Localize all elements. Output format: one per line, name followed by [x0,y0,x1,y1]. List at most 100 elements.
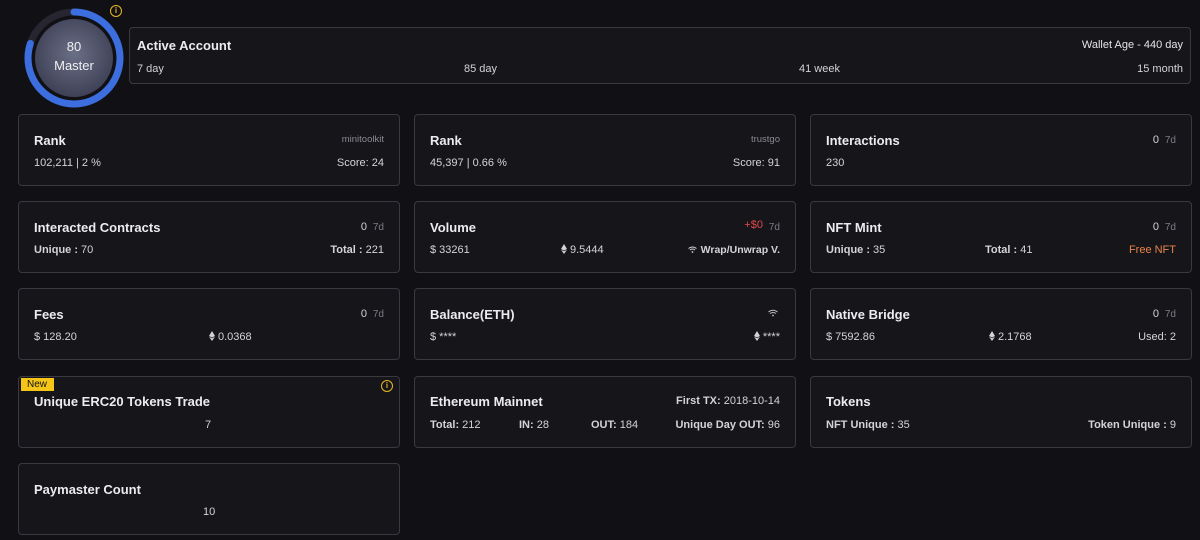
card-title: NFT Mint [826,220,882,235]
interacted-contracts-card: Interacted Contracts 0 7d Unique : 70 To… [18,201,400,273]
erc20-trade-card: New i Unique ERC20 Tokens Trade 7 [18,376,400,448]
card-title: Tokens [826,394,871,409]
delta-value: 0 [1152,134,1159,146]
nft-unique-label: NFT Unique : [826,419,895,431]
card-title: Rank [430,133,462,148]
total-label: Total : [330,244,363,256]
in-label: IN: [519,419,534,431]
rank-score: Score: 24 [336,157,384,169]
bridge-eth: 2.1768 [989,331,1032,343]
card-title: Interactions [826,133,900,148]
delta-value: 0 [1152,308,1159,320]
eth-icon [209,331,215,341]
fees-eth: 0.0368 [209,331,252,343]
period-85-day: 85 day [464,63,498,75]
nft-mint-card: NFT Mint 0 7d Unique : 35 Total : 41 Fre… [810,201,1192,273]
delta-period: 7d [768,222,780,233]
rank-source: minitoolkit [341,134,384,145]
card-title: Native Bridge [826,307,910,322]
card-title: Rank [34,133,66,148]
unique-out-label: Unique Day OUT: [675,419,765,431]
rank-trustgo-card: Rank trustgo 45,397 | 0.66 % Score: 91 [414,114,796,186]
rank-minitoolkit-card: Rank minitoolkit 102,211 | 2 % Score: 24 [18,114,400,186]
rank-source: trustgo [750,134,780,145]
interactions-value: 230 [826,157,845,169]
total-value: 41 [1017,244,1033,256]
rank-score: Score: 91 [732,157,780,169]
rank-value: 102,211 | 2 % [34,157,101,169]
delta-period: 7d [372,309,384,320]
unique-out-value: 96 [764,419,780,431]
wrap-unwrap: Wrap/Unwrap V. [687,244,780,256]
token-unique-value: 9 [1166,419,1176,431]
balance-card: Balance(ETH) $ **** **** [414,288,796,360]
out-value: 184 [616,419,639,431]
paymaster-card: Paymaster Count 10 [18,463,400,535]
unique-value: 35 [870,244,886,256]
interactions-card: Interactions 0 7d 230 [810,114,1192,186]
new-badge: New [21,378,55,391]
balance-usd: $ **** [430,331,457,343]
mainnet-total: Total: 212 [430,419,481,431]
level-ring: 80 Master [22,6,126,110]
volume-card: Volume +$0 7d $ 33261 9.5444 Wrap/Unwrap… [414,201,796,273]
in-value: 28 [533,419,549,431]
visibility-toggle-icon[interactable] [768,309,778,317]
nft-unique: NFT Unique : 35 [826,419,910,431]
level-score: 80 [66,39,82,54]
eth-icon [561,244,567,254]
total-value: 221 [362,244,384,256]
volume-usd: $ 33261 [430,244,470,256]
unique-value: 70 [78,244,94,256]
token-unique-label: Token Unique : [1088,419,1167,431]
level-title: Master [54,58,94,73]
first-tx-value: 2018-10-14 [720,395,780,407]
unique-count: Unique : 35 [826,244,885,256]
card-title: Volume [430,220,476,235]
wifi-icon [687,246,697,253]
delta-value: +$0 [744,219,763,231]
unique-count: Unique : 70 [34,244,93,256]
volume-eth: 9.5444 [561,244,604,256]
delta-period: 7d [372,222,384,233]
first-tx-label: First TX: [676,395,721,407]
delta-period: 7d [1164,309,1176,320]
total-label: Total : [985,244,1018,256]
active-account-card: Active Account Wallet Age - 440 day 7 da… [129,27,1191,84]
fees-card: Fees 0 7d $ 128.20 0.0368 [18,288,400,360]
erc20-value: 7 [205,419,212,431]
out-label: OUT: [591,419,617,431]
card-title: Ethereum Mainnet [430,394,543,409]
period-7-day: 7 day [137,63,164,75]
card-title: Interacted Contracts [34,220,161,235]
delta-period: 7d [1164,135,1176,146]
rank-value: 45,397 | 0.66 % [430,157,507,169]
total-label: Total: [430,419,460,431]
card-title: Unique ERC20 Tokens Trade [34,394,211,409]
period-41-week: 41 week [799,63,840,75]
eth-icon [753,331,760,341]
period-15-month: 15 month [1137,63,1183,75]
bridge-used: Used: 2 [1138,331,1176,343]
volume-eth-value: 9.5444 [570,244,604,256]
wrap-unwrap-label: Wrap/Unwrap V. [700,244,780,256]
delta-value: 0 [360,221,367,233]
tokens-card: Tokens NFT Unique : 35 Token Unique : 9 [810,376,1192,448]
card-title: Balance(ETH) [430,307,515,322]
free-nft-link[interactable]: Free NFT [1129,244,1176,256]
balance-eth: **** [753,331,780,343]
unique-label: Unique : [826,244,870,256]
total-count: Total : 221 [330,244,384,256]
native-bridge-card: Native Bridge 0 7d $ 7592.86 2.1768 Used… [810,288,1192,360]
token-unique: Token Unique : 9 [1088,419,1176,431]
wallet-age: Wallet Age - 440 day [1081,39,1183,51]
delta-value: 0 [360,308,367,320]
unique-label: Unique : [34,244,78,256]
mainnet-in: IN: 28 [519,419,549,431]
ethereum-mainnet-card: Ethereum Mainnet First TX: 2018-10-14 To… [414,376,796,448]
erc20-info-icon[interactable]: i [381,380,393,392]
card-title: Fees [34,307,64,322]
bridge-eth-value: 2.1768 [998,331,1032,343]
paymaster-value: 10 [203,506,216,518]
level-info-icon[interactable]: i [110,5,122,17]
